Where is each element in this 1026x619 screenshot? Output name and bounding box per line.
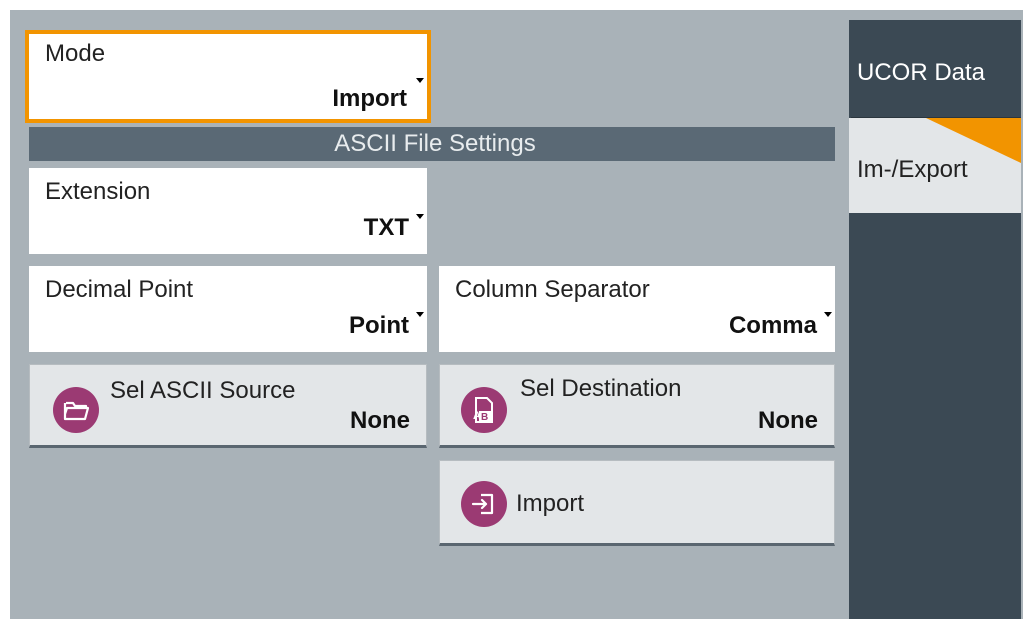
sel-destination-button[interactable]: A B Sel Destination None — [439, 364, 835, 448]
extension-dropdown[interactable]: Extension TXT — [29, 168, 427, 254]
mode-label: Mode — [45, 40, 106, 67]
extension-label: Extension — [45, 178, 151, 205]
folder-icon — [53, 387, 99, 433]
chevron-down-icon — [416, 312, 424, 317]
decimal-point-label: Decimal Point — [45, 276, 194, 303]
section-header: ASCII File Settings — [29, 127, 835, 161]
import-icon — [461, 481, 507, 527]
tab-im-export-label: Im-/Export — [857, 156, 968, 183]
document-ab-icon: A B — [461, 387, 507, 433]
column-separator-dropdown[interactable]: Column Separator Comma — [439, 266, 835, 352]
tab-im-export[interactable]: Im-/Export — [849, 118, 1021, 213]
svg-text:B: B — [481, 412, 488, 423]
chevron-down-icon — [416, 78, 424, 83]
sel-ascii-source-value: None — [350, 407, 410, 434]
sel-destination-value: None — [758, 407, 818, 434]
tab-ucor-data-label: UCOR Data — [857, 59, 986, 86]
import-button[interactable]: Import — [439, 460, 835, 546]
sel-destination-label: Sel Destination — [520, 375, 682, 402]
svg-text:A: A — [473, 410, 481, 422]
import-label: Import — [516, 490, 585, 517]
decimal-point-value: Point — [349, 312, 409, 339]
sel-ascii-source-label: Sel ASCII Source — [110, 377, 296, 404]
tab-ucor-data[interactable]: UCOR Data — [851, 22, 1021, 119]
chevron-down-icon — [416, 214, 424, 219]
chevron-down-icon — [824, 312, 832, 317]
column-separator-label: Column Separator — [455, 276, 650, 303]
section-title: ASCII File Settings — [334, 130, 536, 157]
sel-ascii-source-button[interactable]: Sel ASCII Source None — [29, 364, 427, 448]
decimal-point-dropdown[interactable]: Decimal Point Point — [29, 266, 427, 352]
column-separator-value: Comma — [728, 312, 817, 339]
mode-value: Import — [332, 85, 407, 112]
extension-value: TXT — [363, 214, 409, 241]
mode-dropdown[interactable]: Mode Import — [25, 30, 431, 123]
